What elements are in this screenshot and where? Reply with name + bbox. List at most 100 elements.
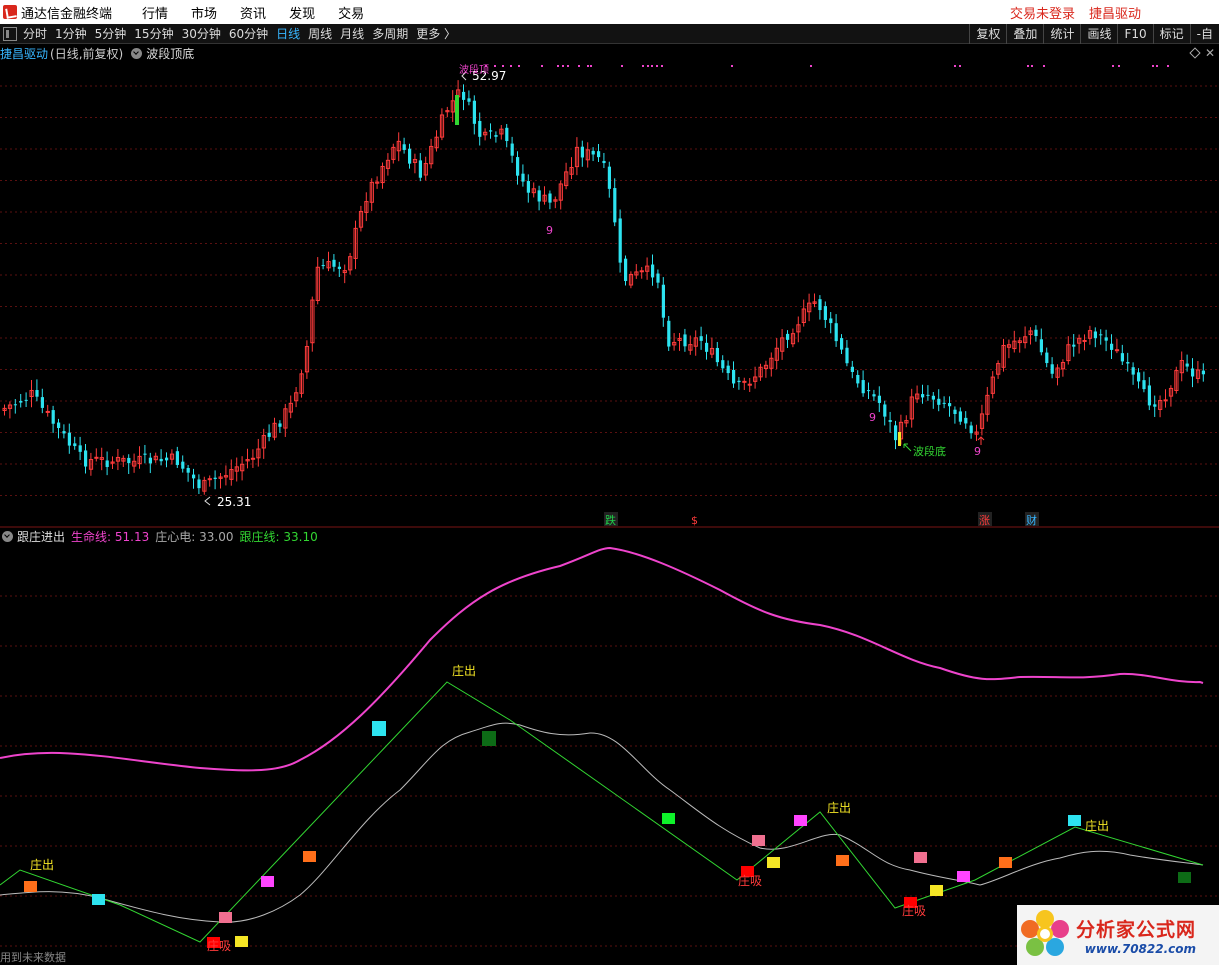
event-marker: 财: [1026, 513, 1037, 527]
candle-body: [402, 144, 406, 150]
signal-block: [752, 835, 765, 846]
candle-body: [321, 265, 325, 267]
candle-body: [1082, 339, 1087, 342]
candle-body: [958, 411, 962, 422]
event-marker-dollar: $: [691, 514, 698, 527]
up-arrow-icon: [977, 436, 985, 445]
candle-body: [856, 374, 860, 384]
candle-body: [197, 479, 201, 489]
signal-dot: [1031, 65, 1033, 67]
candle-body: [726, 365, 730, 374]
zhuang-chu-label: 庄出: [30, 857, 54, 872]
candle-body: [408, 148, 412, 164]
candle-body: [1072, 344, 1076, 347]
main-indicator-name[interactable]: 波段顶底: [146, 45, 194, 62]
event-marker: 跌: [605, 513, 616, 527]
legend-follow-line: 跟庄线: 33.10: [239, 529, 318, 544]
signal-block: [219, 912, 232, 923]
signal-block: [482, 731, 496, 746]
candle-body: [1163, 399, 1168, 402]
candle-body: [948, 403, 952, 407]
candle-body: [818, 299, 822, 311]
candle-body: [699, 336, 703, 341]
sub-indicator-name[interactable]: 跟庄进出: [17, 528, 65, 545]
candle-body: [165, 457, 169, 461]
sub-chart-header: 跟庄进出 生命线: 51.13 庄心电: 33.00 跟庄线: 33.10: [0, 528, 324, 544]
sub-indicator-dropdown-icon[interactable]: [2, 530, 13, 542]
candle-body: [84, 450, 88, 467]
candle-body: [267, 432, 271, 437]
signal-dot: [1112, 65, 1114, 67]
signal-dot: [1156, 65, 1158, 67]
candle-body: [1131, 367, 1135, 375]
candle-body: [618, 218, 622, 263]
signal-dot: [959, 65, 961, 67]
candle-body: [51, 410, 55, 424]
candle-body: [705, 342, 709, 352]
signal-dot: [1118, 65, 1120, 67]
candle-body: [867, 390, 871, 392]
wave-bottom-label: 波段底: [913, 444, 946, 458]
candle-body: [602, 160, 606, 164]
candle-body: [715, 347, 719, 363]
chart-canvas[interactable]: 52.97波段顶25.31999波段底跌 $ 涨财庄出庄出庄出庄出庄吸庄吸庄吸: [0, 0, 1219, 965]
candle-body: [143, 453, 147, 455]
candle-body: [850, 366, 854, 372]
candle-body: [667, 320, 671, 347]
signal-block: [767, 857, 780, 868]
candle-body: [526, 181, 530, 193]
candle-body: [656, 273, 660, 283]
signal-block: [836, 855, 849, 866]
signal-dot: [810, 65, 812, 67]
candle-body: [591, 150, 595, 155]
signal-block: [235, 936, 248, 947]
candle-body: [1137, 372, 1141, 382]
signal-dot: [647, 65, 649, 67]
zhuang-chu-label: 庄出: [827, 800, 851, 815]
zhuang-xi-label: 庄吸: [902, 903, 926, 918]
candle-yellow-highlight: [898, 432, 901, 446]
signal-dot: [557, 65, 559, 67]
candle-body: [478, 120, 482, 137]
close-icon[interactable]: ✕: [1205, 46, 1215, 60]
signal-dot: [567, 65, 569, 67]
candle-body: [1034, 329, 1038, 337]
candle-body: [418, 160, 422, 178]
signal-dot: [562, 65, 564, 67]
stock-name[interactable]: 捷昌驱动: [0, 45, 48, 62]
candle-body: [607, 166, 611, 189]
candle-body: [624, 258, 628, 282]
candle-body: [651, 264, 655, 278]
signal-block: [261, 876, 274, 887]
main-chart-header: 捷昌驱动 (日线,前复权) 波段顶底: [0, 45, 194, 61]
candle-body: [861, 380, 865, 394]
candle-body: [1147, 385, 1151, 406]
signal-dot: [485, 65, 487, 67]
candle-body: [883, 404, 887, 417]
signal-dot: [541, 65, 543, 67]
candle-body: [67, 432, 71, 446]
follow-line: [0, 681, 1204, 943]
signal-dot: [587, 65, 589, 67]
candle-body: [472, 100, 476, 124]
candle-body: [661, 284, 665, 318]
signal-dot: [656, 65, 658, 67]
candle-body: [597, 151, 601, 158]
candle-body: [921, 394, 925, 398]
candle-body: [1039, 339, 1043, 353]
signal-dot: [1152, 65, 1154, 67]
candle-body: [1201, 370, 1205, 375]
candle-body: [510, 143, 514, 156]
future-data-note: 用到未来数据: [0, 951, 66, 964]
flower-logo-icon: [1020, 910, 1070, 960]
signal-dot: [651, 65, 653, 67]
signal-block: [372, 721, 386, 736]
indicator-dropdown-icon[interactable]: [131, 47, 143, 59]
signal-block: [794, 815, 807, 826]
candle-body: [1099, 334, 1103, 336]
candle-body: [877, 395, 881, 403]
nine-label: 9: [546, 224, 553, 237]
candle-body: [462, 91, 466, 100]
candle-body: [888, 420, 892, 422]
site-name: 分析家公式网: [1076, 918, 1197, 941]
